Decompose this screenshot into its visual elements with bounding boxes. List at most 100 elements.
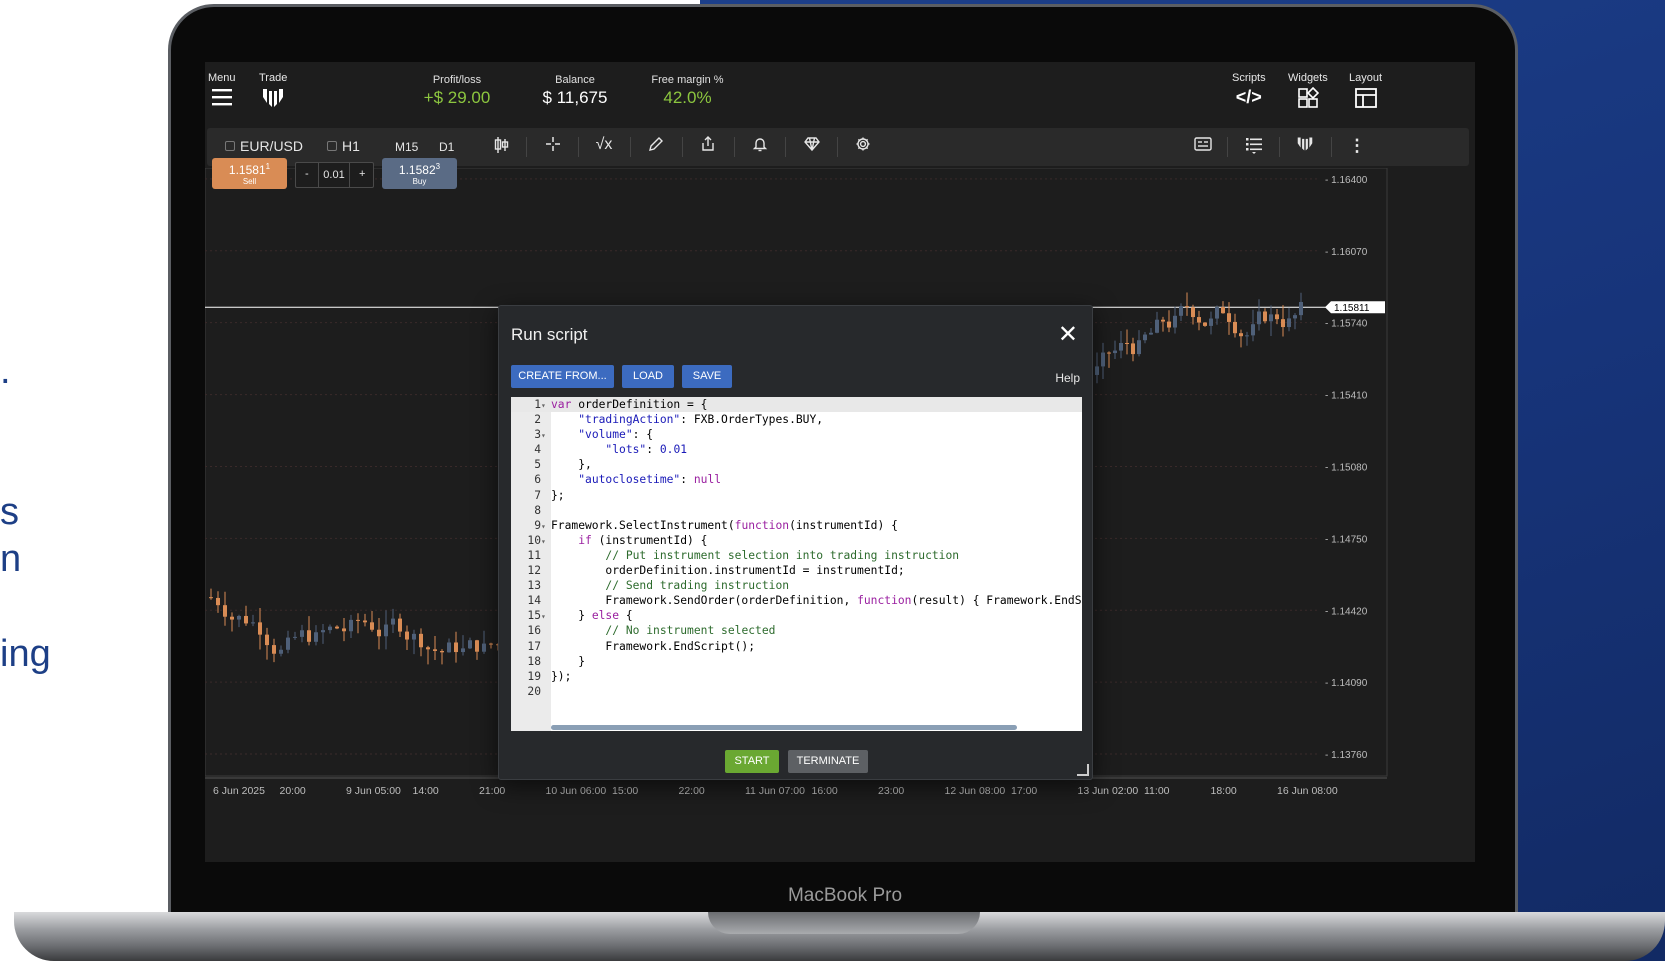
line-number: 6 <box>534 473 541 487</box>
alert-bell-icon[interactable] <box>749 136 771 157</box>
timeframe-m15[interactable]: M15 <box>395 140 418 154</box>
widgets-button[interactable]: Widgets <box>1288 72 1328 115</box>
x-tick-label: 18:00 <box>1211 785 1237 796</box>
candle-body <box>1185 306 1189 308</box>
pencil-icon[interactable] <box>645 136 667 157</box>
fold-toggle-icon[interactable]: ▾ <box>541 428 551 443</box>
x-tick-label: 11 Jun 07:00 <box>745 785 805 796</box>
code-line: 5 }, <box>511 457 1082 472</box>
start-button[interactable]: START <box>725 750 779 773</box>
code-line: 15▾ } else { <box>511 608 1082 623</box>
candle-body <box>1101 352 1105 367</box>
code-line: 8 <box>511 503 1082 518</box>
scripts-button[interactable]: Scripts </> <box>1232 72 1266 108</box>
trade-button[interactable]: Trade <box>259 72 287 115</box>
layout-icon <box>1349 87 1382 115</box>
fold-toggle-icon[interactable]: ▾ <box>541 519 551 534</box>
candle-body <box>440 650 444 653</box>
code-text: Framework.EndScript(); <box>551 639 756 653</box>
indicators-icon[interactable]: √x <box>593 136 615 154</box>
sell-label: Sell <box>242 177 257 186</box>
line-number: 12 <box>527 564 541 578</box>
brand-logo-icon[interactable] <box>1294 136 1316 157</box>
candle-body <box>1197 317 1201 323</box>
x-tick-label: 23:00 <box>878 785 904 796</box>
line-number: 13 <box>527 579 541 593</box>
code-text: "autoclosetime": null <box>578 473 722 487</box>
help-link[interactable]: Help <box>1055 371 1080 385</box>
candle-body <box>321 630 325 633</box>
candle-body <box>1227 313 1231 322</box>
buy-button[interactable]: 1.15823 Buy <box>382 158 457 189</box>
more-vertical-icon[interactable]: ⋮ <box>1346 136 1368 156</box>
instrument-label: EUR/USD <box>240 138 304 154</box>
sell-button[interactable]: 1.15811 Sell <box>212 158 287 189</box>
instrument-selector[interactable]: EUR/USD <box>225 138 303 154</box>
line-number: 7 <box>534 488 541 502</box>
share-icon[interactable] <box>697 136 719 157</box>
fold-toggle-icon[interactable]: ▾ <box>541 609 551 624</box>
load-button[interactable]: LOAD <box>622 365 674 388</box>
list-icon[interactable] <box>1243 136 1265 159</box>
candle-body <box>454 642 458 653</box>
horizontal-scrollbar[interactable] <box>551 725 1017 730</box>
menu-button[interactable]: Menu <box>208 72 236 113</box>
price-chart[interactable]: - 1.16400 - 1.16070 - 1.15740 - 1.15410 - 1.… <box>205 158 1470 796</box>
line-number: 17 <box>527 639 541 653</box>
candle-body <box>1125 342 1129 344</box>
candle-body <box>461 648 465 653</box>
lot-size-input[interactable]: 0.01 <box>318 163 350 187</box>
y-tick-label: - 1.15740 <box>1325 319 1368 330</box>
x-tick-label: 13 Jun 02:00 <box>1078 785 1139 796</box>
code-text: } <box>551 654 586 668</box>
candle-type-icon[interactable] <box>491 136 513 159</box>
instrument-checkbox[interactable] <box>225 141 235 151</box>
resize-handle-icon[interactable] <box>1077 764 1089 776</box>
code-text: "volume": { <box>578 428 654 442</box>
crosshair-icon[interactable] <box>542 136 564 157</box>
timeframe-h1[interactable]: H1 <box>327 138 360 154</box>
candle-body <box>237 615 241 620</box>
buy-price-pip: 3 <box>435 162 441 171</box>
y-tick-label: - 1.15080 <box>1325 462 1368 473</box>
close-icon[interactable]: ✕ <box>1058 320 1078 349</box>
timeframe-checkbox[interactable] <box>327 141 337 151</box>
line-number: 2 <box>534 413 541 427</box>
code-line: 18 } <box>511 654 1082 669</box>
code-line: 12 orderDefinition.instrumentId = instru… <box>511 563 1082 578</box>
code-text: "tradingAction": FXB.OrderTypes.BUY, <box>578 413 824 427</box>
lot-increase-button[interactable]: + <box>359 168 365 180</box>
candle-body <box>216 597 220 606</box>
fold-toggle-icon[interactable]: ▾ <box>541 534 551 549</box>
candle-body <box>1179 306 1183 316</box>
x-tick-label: 9 Jun 05:00 <box>346 785 401 796</box>
candle-body <box>1245 335 1249 337</box>
code-icon: </> <box>1235 87 1262 107</box>
candle-body <box>1119 342 1123 351</box>
lot-decrease-button[interactable]: - <box>305 168 309 180</box>
candle-body <box>391 618 395 625</box>
line-number: 9 <box>534 518 541 532</box>
code-line: 16 // No instrument selected <box>511 623 1082 638</box>
candle-body <box>265 634 269 646</box>
gear-icon[interactable] <box>852 136 874 157</box>
buy-label: Buy <box>412 177 427 186</box>
line-number: 8 <box>534 503 541 517</box>
diamond-icon[interactable] <box>801 136 823 157</box>
candle-body <box>1215 307 1219 319</box>
toolbar-separator <box>734 137 735 157</box>
create-from-button[interactable]: CREATE FROM... <box>511 365 614 388</box>
trade-ticket-icon[interactable] <box>1192 136 1214 156</box>
toolbar-separator <box>785 137 786 157</box>
layout-label: Layout <box>1349 72 1383 84</box>
lot-size-stepper[interactable]: - 0.01 + <box>295 162 374 188</box>
terminate-button[interactable]: TERMINATE <box>788 750 868 773</box>
run-script-dialog: Run script ✕ CREATE FROM... LOAD SAVE He… <box>498 305 1093 780</box>
timeframe-d1[interactable]: D1 <box>439 140 454 154</box>
layout-button[interactable]: Layout <box>1349 72 1382 115</box>
code-text: } else { <box>551 609 633 623</box>
fold-toggle-icon[interactable]: ▾ <box>541 398 551 413</box>
profit-loss-stat: Profit/loss +$ 29.00 <box>417 74 497 108</box>
code-editor[interactable]: 1▾ var orderDefinition = {2 "tradingActio… <box>511 397 1082 731</box>
save-button[interactable]: SAVE <box>682 365 732 388</box>
